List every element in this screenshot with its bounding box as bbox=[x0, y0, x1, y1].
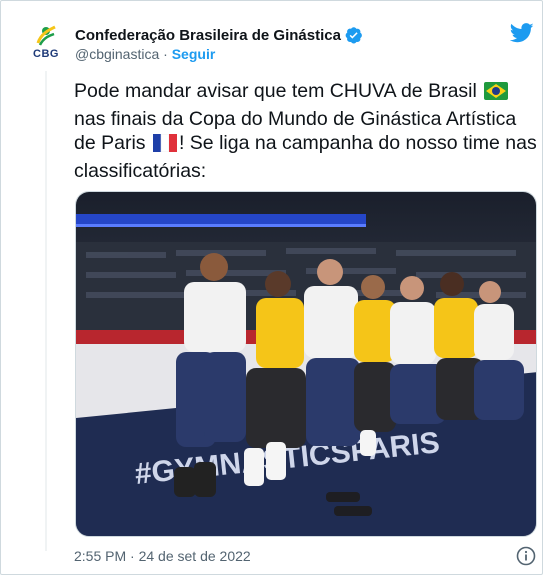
team-photo-image: #GYMNASTICSPARIS bbox=[76, 192, 536, 536]
avatar-label: CBG bbox=[33, 48, 59, 60]
tweet-timestamp[interactable]: 2:55 PM · 24 de set de 2022 bbox=[74, 548, 251, 564]
tweet-line-4: classificatórias: bbox=[74, 159, 207, 182]
tweet-line-2: nas finais da Copa do Mundo de Ginástica… bbox=[74, 107, 517, 130]
info-icon[interactable] bbox=[516, 546, 536, 571]
tweet-line-3a: de Paris bbox=[74, 132, 146, 154]
tweet-line-3b: ! Se liga na campanha do nosso time nas bbox=[178, 132, 537, 154]
verified-badge-icon bbox=[345, 26, 363, 44]
tweet-text: Pode mandar avisar que tem CHUVA de Bras… bbox=[74, 79, 539, 183]
twitter-bird-icon[interactable] bbox=[509, 23, 534, 48]
tweet-photo[interactable]: #GYMNASTICSPARIS bbox=[75, 191, 537, 537]
brazil-flag-icon bbox=[484, 82, 509, 107]
france-flag-icon bbox=[152, 133, 177, 159]
follow-button[interactable]: Seguir bbox=[172, 46, 216, 62]
cbg-logo-icon bbox=[36, 25, 56, 46]
tweet-card: CBG Confederação Brasileira de Ginástica… bbox=[0, 0, 543, 575]
thread-divider bbox=[45, 71, 47, 551]
handle[interactable]: @cbginastica bbox=[75, 46, 159, 62]
display-name[interactable]: Confederação Brasileira de Ginástica bbox=[75, 27, 341, 44]
separator: · bbox=[159, 46, 172, 62]
tweet-line-1: Pode mandar avisar que tem CHUVA de Bras… bbox=[74, 80, 477, 102]
avatar[interactable]: CBG bbox=[27, 23, 65, 61]
